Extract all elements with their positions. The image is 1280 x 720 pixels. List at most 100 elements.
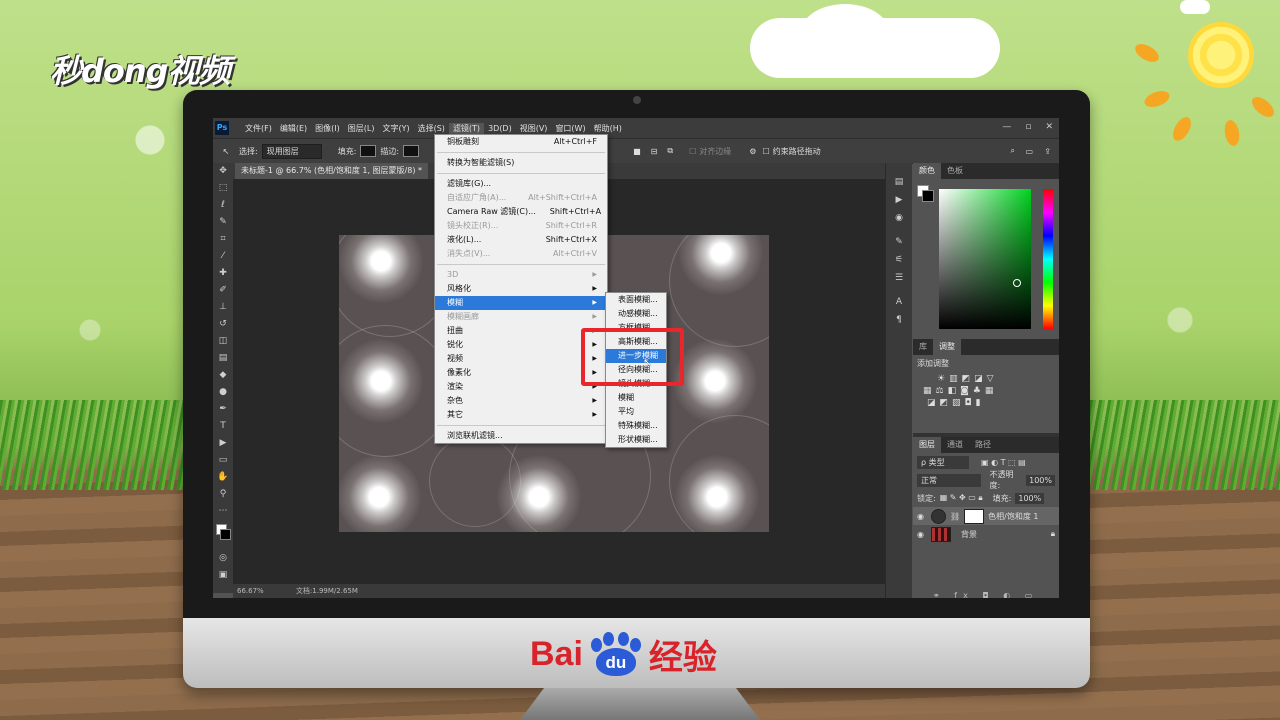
curves-icon[interactable]: ◩ [962,374,971,384]
type-tool-icon[interactable]: T [213,418,233,435]
submenu-motion-blur[interactable]: 动感模糊... [606,307,666,321]
minimize-button[interactable]: — [1002,122,1011,132]
actions-panel-icon[interactable]: ▶ [886,191,912,209]
link-icon[interactable]: ⛓ [950,512,960,521]
menu-window[interactable]: 窗口(W) [551,123,589,134]
paragraph-panel-icon[interactable]: ¶ [886,311,912,329]
menu-browse-online-filters[interactable]: 浏览联机滤镜... [435,429,607,443]
select-target-dropdown[interactable]: 现用图层 [261,143,322,159]
menu-edit[interactable]: 编辑(E) [276,123,311,134]
photo-filter-icon[interactable]: ◙ [960,386,969,396]
tab-color[interactable]: 颜色 [913,163,941,179]
layer-row-background[interactable]: ◉ 背景 🔒︎ [913,525,1059,543]
clone-source-icon[interactable]: ⚟ [886,251,912,269]
more-tools-icon[interactable]: ⋯ [213,503,233,520]
arrange-icon[interactable]: ⧉ [667,146,673,156]
shape-tool-icon[interactable]: ▭ [213,452,233,469]
tab-channels[interactable]: 通道 [941,437,969,453]
zoom-tool-icon[interactable]: ⚲ [213,486,233,503]
search-icon[interactable]: ⌕ [1011,146,1015,156]
screen-mode-icon[interactable]: ▣ [213,567,233,584]
healing-brush-icon[interactable]: ✚ [213,265,233,282]
gradient-map-icon[interactable]: ▮ [976,398,981,408]
menu-view[interactable]: 视图(V) [516,123,552,134]
menu-file[interactable]: 文件(F) [241,123,276,134]
layer-row-hue-saturation[interactable]: ◉ ⛓ 色相/饱和度 1 [913,507,1059,525]
invert-icon[interactable]: ◪ [927,398,936,408]
menu-convert-smart-filter[interactable]: 转换为智能滤镜(S) [435,156,607,170]
menu-other[interactable]: 其它 ▶ [435,408,607,422]
history-panel-icon[interactable]: ▤ [886,173,912,191]
color-balance-icon[interactable]: ⚖ [936,386,944,396]
hue-sat-icon[interactable]: ▦ [923,386,932,396]
menu-adaptive-wide-angle[interactable]: 自适应广角(A)... Alt+Shift+Ctrl+A [435,191,607,205]
path-ops-icon[interactable]: ■ [633,147,641,156]
brush-panel-icon[interactable]: ✎ [886,233,912,251]
menu-last-filter[interactable]: 铜板雕刻 Alt+Ctrl+F [435,135,607,149]
menu-blur[interactable]: 模糊 ▶ [435,296,607,310]
bw-icon[interactable]: ◧ [948,386,957,396]
quick-mask-icon[interactable]: ◎ [213,550,233,567]
move-tool-icon[interactable]: ↖ [213,147,239,156]
path-select-icon[interactable]: ▶ [213,435,233,452]
stamp-tool-icon[interactable]: ⊥ [213,299,233,316]
menu-3d[interactable]: 3D ▶ [435,268,607,282]
vibrance-icon[interactable]: ▽ [987,374,994,384]
layer-actions-bar[interactable]: ⚭ fx ◘ ◐ ▭ ⊞ 🗑︎ [933,591,1059,598]
menu-image[interactable]: 图像(I) [311,123,344,134]
maximize-button[interactable]: ▫ [1025,122,1031,132]
crop-tool-icon[interactable]: ⌗ [213,231,233,248]
brush-tool-icon[interactable]: ✐ [213,282,233,299]
menu-select[interactable]: 选择(S) [414,123,449,134]
history-brush-icon[interactable]: ↺ [213,316,233,333]
gear-icon[interactable]: ⚙ [749,147,756,156]
marquee-tool-icon[interactable]: ⬚ [213,180,233,197]
zoom-readout[interactable]: 66.67% [237,587,264,595]
submenu-smart-blur[interactable]: 特殊模糊... [606,419,666,433]
fill-swatch[interactable] [360,145,377,157]
lasso-tool-icon[interactable]: ℓ [213,197,233,214]
properties-panel-icon[interactable]: ☰ [886,269,912,287]
pen-tool-icon[interactable]: ✒ [213,401,233,418]
eye-icon[interactable]: ◉ [917,512,927,521]
menu-filter[interactable]: 滤镜(T) [448,122,485,134]
menu-camera-raw[interactable]: Camera Raw 滤镜(C)... Shift+Ctrl+A [435,205,607,219]
exposure-icon[interactable]: ◪ [974,374,983,384]
blend-mode-dropdown[interactable]: 正常 [917,473,982,487]
layer-filter-icons[interactable]: ▣ ◐ T ⬚ ▤ [981,458,1026,467]
dodge-tool-icon[interactable]: ● [213,384,233,401]
menu-type[interactable]: 文字(Y) [378,123,413,134]
channel-mixer-icon[interactable]: ♣ [973,386,981,396]
menu-3d[interactable]: 3D(D) [484,124,516,133]
submenu-surface-blur[interactable]: 表面模糊... [606,293,666,307]
background-swatch[interactable] [922,190,934,202]
opacity-field[interactable]: 100% [1026,474,1055,486]
document-tab[interactable]: 未标题-1 @ 66.7% (色相/饱和度 1, 图层蒙版/8) * [235,163,429,179]
eraser-icon[interactable]: ◫ [213,333,233,350]
eyedropper-icon[interactable]: ⁄ [213,248,233,265]
menu-stylize[interactable]: 风格化 ▶ [435,282,607,296]
tab-layers[interactable]: 图层 [913,437,941,453]
menu-filter-gallery[interactable]: 滤镜库(G)... [435,177,607,191]
close-button[interactable]: ✕ [1045,122,1053,132]
posterize-icon[interactable]: ◩ [940,398,949,408]
menu-layer[interactable]: 图层(L) [344,123,379,134]
gradient-tool-icon[interactable]: ▤ [213,350,233,367]
threshold-icon[interactable]: ▨ [952,398,961,408]
color-lookup-icon[interactable]: ▦ [985,386,994,396]
eye-icon[interactable]: ◉ [917,530,927,539]
menu-noise[interactable]: 杂色 ▶ [435,394,607,408]
align-edges-checkbox[interactable]: ☐ [689,147,696,156]
brightness-icon[interactable]: ☀ [937,374,945,384]
tab-paths[interactable]: 路径 [969,437,997,453]
doc-size-readout[interactable]: 文档:1.99M/2.65M [296,587,358,595]
character-panel-icon[interactable]: A [886,293,912,311]
levels-icon[interactable]: ▥ [949,374,958,384]
selective-color-icon[interactable]: ◘ [965,398,972,408]
move-tool-icon[interactable]: ✥ [213,163,233,180]
stroke-swatch[interactable] [403,145,420,157]
color-picker-field[interactable] [939,189,1031,329]
constrain-checkbox[interactable]: ☐ [762,147,769,156]
fg-bg-color-icon[interactable] [213,520,233,550]
hand-tool-icon[interactable]: ✋ [213,469,233,486]
